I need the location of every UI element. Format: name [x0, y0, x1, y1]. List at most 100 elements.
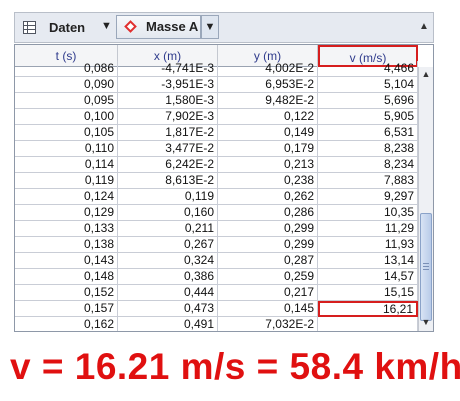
masse-a-selector[interactable]: Masse A	[116, 15, 201, 39]
cell-x[interactable]: 0,211	[118, 221, 218, 237]
velocity-caption: v = 16.21 m/s = 58.4 km/h	[10, 346, 460, 387]
cell-v[interactable]: 9,297	[318, 189, 418, 205]
cell-v[interactable]: 6,531	[318, 125, 418, 141]
cell-t[interactable]: 0,119	[15, 173, 118, 189]
cell-x[interactable]: -4,741E-3	[118, 61, 218, 77]
table-row[interactable]: 0,114 6,242E-2 0,213 8,234	[15, 157, 418, 173]
table-row[interactable]: 0,124 0,119 0,262 9,297	[15, 189, 418, 205]
cell-v[interactable]: 7,883	[318, 173, 418, 189]
cell-x[interactable]: 0,386	[118, 269, 218, 285]
table-row[interactable]: 0,090 -3,951E-3 6,953E-2 5,104	[15, 77, 418, 93]
table-grid-icon[interactable]	[23, 21, 36, 34]
cell-v[interactable]: 13,14	[318, 253, 418, 269]
cell-t[interactable]: 0,152	[15, 285, 118, 301]
cell-t[interactable]: 0,086	[15, 61, 118, 77]
cell-x[interactable]: 0,324	[118, 253, 218, 269]
scroll-down-arrow-icon[interactable]: ▼	[419, 317, 433, 329]
cell-t[interactable]: 0,129	[15, 205, 118, 221]
cell-t[interactable]: 0,110	[15, 141, 118, 157]
cell-y[interactable]: 6,953E-2	[218, 77, 318, 93]
cell-y[interactable]: 0,149	[218, 125, 318, 141]
cell-t[interactable]: 0,105	[15, 125, 118, 141]
cell-v[interactable]: 16,21	[318, 301, 418, 317]
cell-y[interactable]: 0,259	[218, 269, 318, 285]
cell-v[interactable]: 15,15	[318, 285, 418, 301]
table-row[interactable]: 0,129 0,160 0,286 10,35	[15, 205, 418, 221]
cell-x[interactable]: 1,817E-2	[118, 125, 218, 141]
cell-x[interactable]: 0,119	[118, 189, 218, 205]
table-row[interactable]: 0,119 8,613E-2 0,238 7,883	[15, 173, 418, 189]
cell-v[interactable]: 8,234	[318, 157, 418, 173]
table-row[interactable]: 0,138 0,267 0,299 11,93	[15, 237, 418, 253]
cell-y[interactable]: 0,299	[218, 237, 318, 253]
vertical-scrollbar[interactable]: ▲ ▼	[418, 67, 433, 331]
cell-y[interactable]: 0,213	[218, 157, 318, 173]
cell-v[interactable]: 10,35	[318, 205, 418, 221]
cell-y[interactable]: 7,032E-2	[218, 317, 318, 331]
cell-v[interactable]: 11,93	[318, 237, 418, 253]
cell-t[interactable]: 0,100	[15, 109, 118, 125]
cell-v[interactable]: 5,696	[318, 93, 418, 109]
cell-t[interactable]: 0,143	[15, 253, 118, 269]
cell-y[interactable]: 0,299	[218, 221, 318, 237]
cell-v[interactable]: 8,238	[318, 141, 418, 157]
table-row[interactable]: 0,148 0,386 0,259 14,57	[15, 269, 418, 285]
cell-x[interactable]: 7,902E-3	[118, 109, 218, 125]
cell-t[interactable]: 0,162	[15, 317, 118, 331]
cell-v[interactable]: 5,905	[318, 109, 418, 125]
cell-x[interactable]: 0,267	[118, 237, 218, 253]
scrollbar-thumb[interactable]	[420, 213, 432, 321]
table-row[interactable]: 0,157 0,473 0,145 16,21	[15, 301, 418, 317]
data-toolbar: Daten ▼ Masse A ▼ ▲	[14, 12, 434, 43]
data-table: t (s) x (m) y (m) v (m/s) 0,086 -4,741E-3…	[14, 44, 434, 332]
cell-y[interactable]: 0,286	[218, 205, 318, 221]
table-row[interactable]: 0,110 3,477E-2 0,179 8,238	[15, 141, 418, 157]
cell-x[interactable]: 0,473	[118, 301, 218, 317]
collapse-arrow-icon[interactable]: ▲	[419, 21, 429, 32]
cell-x[interactable]: 6,242E-2	[118, 157, 218, 173]
cell-x[interactable]: 8,613E-2	[118, 173, 218, 189]
cell-y[interactable]: 0,122	[218, 109, 318, 125]
cell-v[interactable]	[318, 317, 418, 331]
daten-menu-label[interactable]: Daten	[49, 20, 85, 35]
cell-t[interactable]: 0,138	[15, 237, 118, 253]
cell-y[interactable]: 0,287	[218, 253, 318, 269]
scroll-up-arrow-icon[interactable]: ▲	[419, 69, 433, 81]
cell-x[interactable]: 3,477E-2	[118, 141, 218, 157]
table-row[interactable]: 0,143 0,324 0,287 13,14	[15, 253, 418, 269]
table-row[interactable]: 0,100 7,902E-3 0,122 5,905	[15, 109, 418, 125]
daten-dropdown-arrow-icon[interactable]: ▼	[101, 20, 112, 32]
cell-y[interactable]: 0,217	[218, 285, 318, 301]
cell-v[interactable]: 5,104	[318, 77, 418, 93]
cell-v[interactable]: 14,57	[318, 269, 418, 285]
table-row[interactable]: 0,105 1,817E-2 0,149 6,531	[15, 125, 418, 141]
table-row[interactable]: 0,133 0,211 0,299 11,29	[15, 221, 418, 237]
cell-x[interactable]: 1,580E-3	[118, 93, 218, 109]
cell-x[interactable]: 0,444	[118, 285, 218, 301]
cell-y[interactable]: 0,179	[218, 141, 318, 157]
table-row[interactable]: 0,152 0,444 0,217 15,15	[15, 285, 418, 301]
cell-t[interactable]: 0,157	[15, 301, 118, 317]
cell-y[interactable]: 0,262	[218, 189, 318, 205]
cell-y[interactable]: 9,482E-2	[218, 93, 318, 109]
cell-y[interactable]: 0,238	[218, 173, 318, 189]
masse-dropdown-button[interactable]: ▼	[201, 15, 219, 39]
cell-v[interactable]: 11,29	[318, 221, 418, 237]
masse-a-label: Masse A	[146, 19, 199, 34]
cell-t[interactable]: 0,114	[15, 157, 118, 173]
cell-y[interactable]: 4,002E-2	[218, 61, 318, 77]
table-row[interactable]: 0,086 -4,741E-3 4,002E-2 4,466	[15, 61, 418, 77]
cell-t[interactable]: 0,095	[15, 93, 118, 109]
cell-v[interactable]: 4,466	[318, 61, 418, 77]
cell-x[interactable]: 0,491	[118, 317, 218, 331]
cell-t[interactable]: 0,124	[15, 189, 118, 205]
cell-x[interactable]: -3,951E-3	[118, 77, 218, 93]
cell-x[interactable]: 0,160	[118, 205, 218, 221]
red-diamond-icon	[124, 20, 137, 33]
cell-t[interactable]: 0,090	[15, 77, 118, 93]
cell-y[interactable]: 0,145	[218, 301, 318, 317]
cell-t[interactable]: 0,148	[15, 269, 118, 285]
table-row[interactable]: 0,095 1,580E-3 9,482E-2 5,696	[15, 93, 418, 109]
table-row[interactable]: 0,162 0,491 7,032E-2	[15, 317, 418, 331]
cell-t[interactable]: 0,133	[15, 221, 118, 237]
